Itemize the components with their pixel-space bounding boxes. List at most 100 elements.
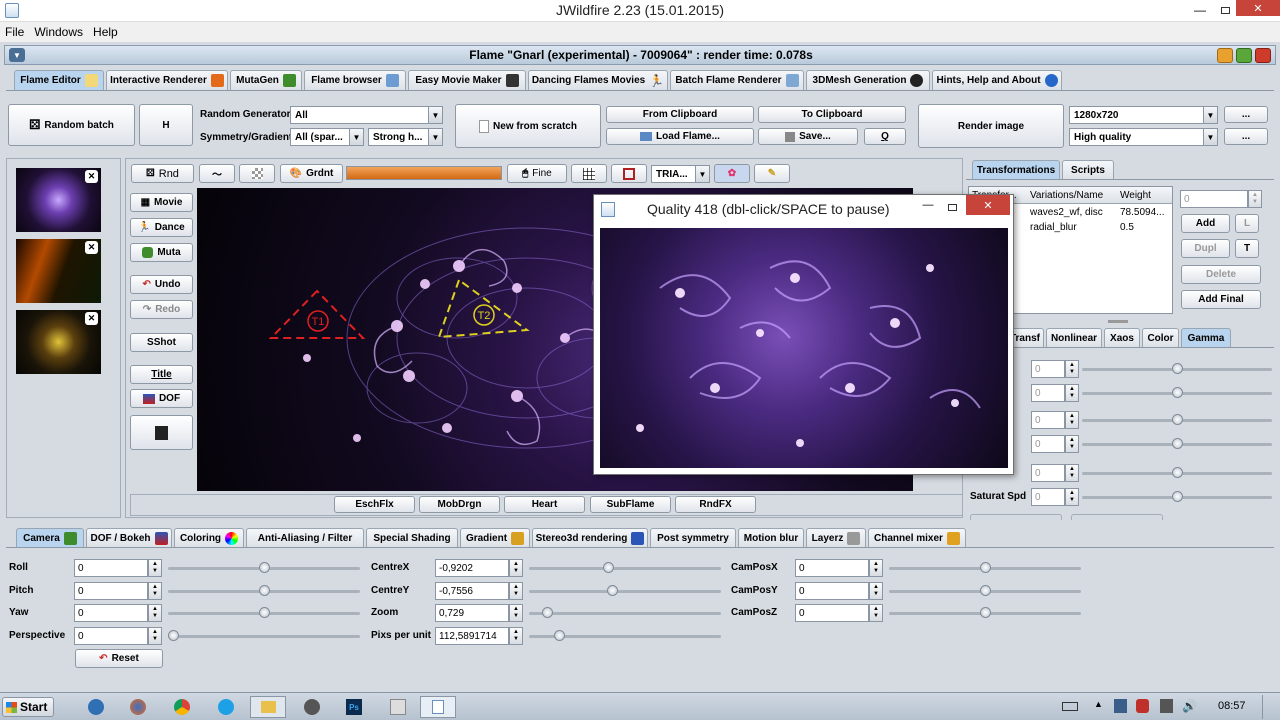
- camera-centrey-field[interactable]: -0,7556: [435, 582, 509, 600]
- camera-pitch-slider[interactable]: [168, 585, 360, 596]
- add-final-button[interactable]: Add Final: [1181, 290, 1261, 309]
- gamma-row-3-slider-knob[interactable]: [1171, 438, 1183, 449]
- render-image-button[interactable]: Render image: [918, 104, 1064, 148]
- gamma-row-4-slider[interactable]: [1082, 467, 1272, 478]
- resolution-select[interactable]: 1280x720 ▼: [1069, 106, 1218, 124]
- gamma-row-0-spinner[interactable]: ▲ ▼: [1065, 360, 1079, 378]
- gamma-row-0-field[interactable]: 0: [1031, 360, 1065, 378]
- gradient-select[interactable]: Strong h... ▼: [368, 128, 443, 146]
- gamma-row-4-field[interactable]: 0: [1031, 464, 1065, 482]
- camera-zoom-field[interactable]: 0,729: [435, 604, 509, 622]
- camera-pitch-spinner[interactable]: ▲ ▼: [148, 582, 162, 600]
- gamma-row-5-slider[interactable]: [1082, 491, 1272, 502]
- camera-centrey-spinner[interactable]: ▲ ▼: [509, 582, 523, 600]
- gamma-row-1-spinner[interactable]: ▲ ▼: [1065, 384, 1079, 402]
- camera-camposx-slider[interactable]: [889, 562, 1081, 573]
- show-desktop-button[interactable]: [1262, 695, 1276, 719]
- undo-button[interactable]: ↶ Undo: [130, 275, 193, 294]
- camera-camposx-spinner[interactable]: ▲ ▼: [869, 559, 883, 577]
- tab-3dmesh-generation[interactable]: 3DMesh Generation: [806, 70, 930, 90]
- camera-yaw-field[interactable]: 0: [74, 604, 148, 622]
- resolution-more-button[interactable]: ...: [1224, 106, 1268, 123]
- random-generator-select[interactable]: All ▼: [290, 106, 443, 124]
- camera-camposy-spinner[interactable]: ▲ ▼: [869, 582, 883, 600]
- tab-dof-bokeh[interactable]: DOF / Bokeh: [86, 528, 172, 547]
- rnd-button[interactable]: ⚄ Rnd: [131, 164, 194, 183]
- save-button[interactable]: Save...: [758, 128, 858, 145]
- tab-transf[interactable]: Transf: [1010, 328, 1044, 347]
- camera-perspective-spinner[interactable]: ▲ ▼: [148, 627, 162, 645]
- menu-help[interactable]: Help: [93, 25, 118, 39]
- gamma-row-5-slider-knob[interactable]: [1171, 491, 1183, 502]
- camera-roll-slider-knob[interactable]: [258, 562, 270, 573]
- tab-xaos[interactable]: Xaos: [1104, 328, 1140, 347]
- symmetry-select[interactable]: All (spar... ▼: [290, 128, 364, 146]
- tab-anti-aliasing-filter[interactable]: Anti-Aliasing / Filter: [246, 528, 364, 547]
- add-transform-button[interactable]: Add: [1181, 214, 1230, 233]
- gamma-row-5-spinner[interactable]: ▲ ▼: [1065, 488, 1079, 506]
- camera-centrey-slider-knob[interactable]: [606, 585, 618, 596]
- preview-maximize-button[interactable]: [942, 199, 962, 215]
- heart-button[interactable]: Heart: [504, 496, 585, 513]
- gamma-row-4-slider-knob[interactable]: [1171, 467, 1183, 478]
- frame-minimize-button[interactable]: [1217, 48, 1233, 63]
- camera-camposy-field[interactable]: 0: [795, 582, 869, 600]
- camera-pixs-per-unit-slider[interactable]: [529, 630, 721, 641]
- tab-mutagen[interactable]: MutaGen: [230, 70, 302, 90]
- tab-batch-flame-renderer[interactable]: Batch Flame Renderer: [670, 70, 804, 90]
- tab-motion-blur[interactable]: Motion blur: [738, 528, 804, 547]
- title-button[interactable]: Title: [130, 365, 193, 384]
- camera-roll-slider[interactable]: [168, 562, 360, 573]
- mobdrgn-button[interactable]: MobDrgn: [419, 496, 500, 513]
- from-clipboard-button[interactable]: From Clipboard: [606, 106, 754, 123]
- gamma-row-4-spinner[interactable]: ▲ ▼: [1065, 464, 1079, 482]
- thumbnail-1-close-icon[interactable]: ✕: [85, 170, 98, 183]
- menu-windows[interactable]: Windows: [34, 25, 83, 39]
- camera-camposz-slider-knob[interactable]: [979, 607, 991, 618]
- gamma-row-0-slider[interactable]: [1082, 363, 1272, 374]
- chrome-icon[interactable]: [174, 699, 190, 715]
- reset-button[interactable]: ↶ Reset: [75, 649, 163, 668]
- camera-pitch-field[interactable]: 0: [74, 582, 148, 600]
- thumbnail-2-close-icon[interactable]: ✕: [85, 241, 98, 254]
- camera-camposz-slider[interactable]: [889, 607, 1081, 618]
- gamma-row-3-slider[interactable]: [1082, 438, 1272, 449]
- camera-roll-field[interactable]: 0: [74, 559, 148, 577]
- gamma-row-1-slider[interactable]: [1082, 387, 1272, 398]
- transform-spinner-arrows[interactable]: ▲ ▼: [1248, 190, 1262, 208]
- tray-flag-icon[interactable]: [1114, 699, 1127, 713]
- camera-camposz-field[interactable]: 0: [795, 604, 869, 622]
- camera-pixs-per-unit-spinner[interactable]: ▲ ▼: [509, 627, 523, 645]
- gamma-row-5-field[interactable]: 0: [1031, 488, 1065, 506]
- preview-minimize-button[interactable]: —: [918, 199, 938, 215]
- camera-camposz-spinner[interactable]: ▲ ▼: [869, 604, 883, 622]
- frame-maximize-button[interactable]: [1236, 48, 1252, 63]
- gamma-row-3-spinner[interactable]: ▲ ▼: [1065, 435, 1079, 453]
- start-button[interactable]: Start: [2, 697, 54, 717]
- gamma-row-1-slider-knob[interactable]: [1171, 387, 1183, 398]
- pencil-button[interactable]: ✎: [754, 164, 790, 183]
- camera-centrex-slider-knob[interactable]: [603, 562, 615, 573]
- tab-flame-browser[interactable]: Flame browser: [304, 70, 406, 90]
- camera-centrex-spinner[interactable]: ▲ ▼: [509, 559, 523, 577]
- menu-file[interactable]: File: [5, 25, 24, 39]
- tab-channel-mixer[interactable]: Channel mixer: [868, 528, 966, 547]
- frame-close-button[interactable]: [1255, 48, 1271, 63]
- camera-zoom-slider-knob[interactable]: [541, 607, 553, 618]
- keyboard-icon[interactable]: [1062, 702, 1078, 711]
- to-clipboard-button[interactable]: To Clipboard: [758, 106, 906, 123]
- subflame-button[interactable]: SubFlame: [590, 496, 671, 513]
- tab-camera[interactable]: Camera: [16, 528, 84, 547]
- load-flame-button[interactable]: Load Flame...: [606, 128, 754, 145]
- camera-yaw-slider-knob[interactable]: [258, 607, 270, 618]
- camera-camposx-field[interactable]: 0: [795, 559, 869, 577]
- taskbar-app-2-icon[interactable]: [304, 699, 320, 715]
- camera-camposx-slider-knob[interactable]: [979, 562, 991, 573]
- camera-centrex-field[interactable]: -0,9202: [435, 559, 509, 577]
- frame-button[interactable]: [611, 164, 647, 183]
- muta-button[interactable]: Muta: [130, 243, 193, 262]
- transform-spinner-field[interactable]: 0: [1180, 190, 1248, 208]
- ie-icon[interactable]: [218, 699, 234, 715]
- tab-dancing-flames[interactable]: Dancing Flames Movies 🏃: [528, 70, 668, 90]
- dance-button[interactable]: 🏃 Dance: [130, 218, 193, 237]
